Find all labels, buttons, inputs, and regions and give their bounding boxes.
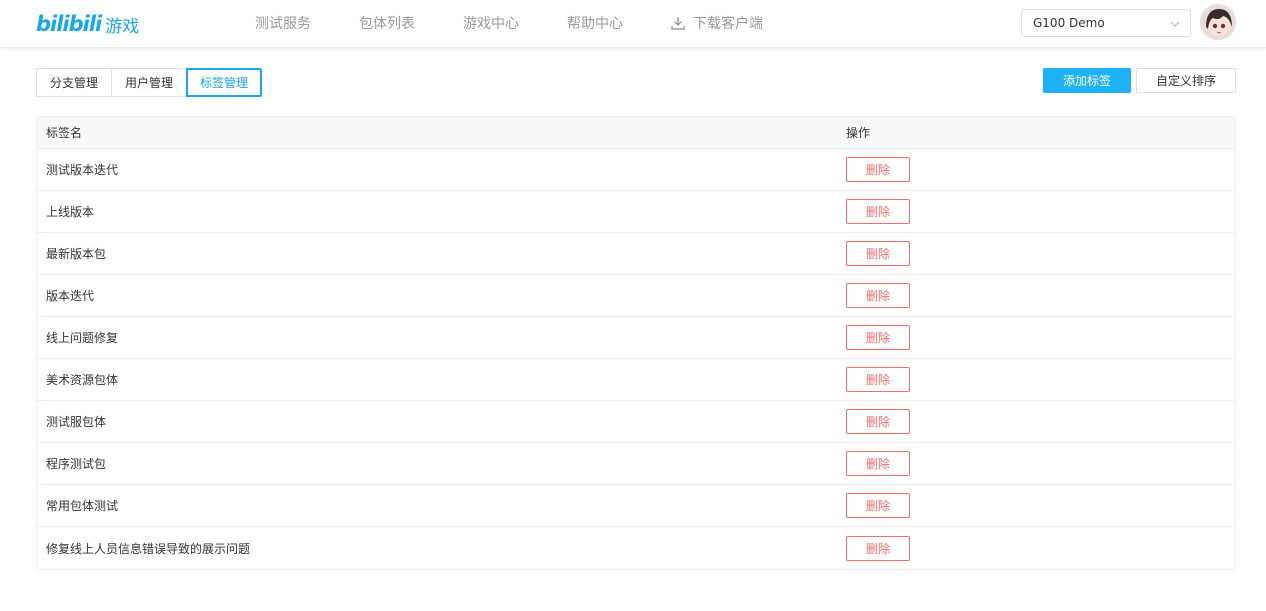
operation-cell: 删除 bbox=[837, 241, 1235, 266]
table-row: 最新版本包 删除 bbox=[37, 233, 1235, 275]
label-name-cell: 线上问题修复 bbox=[46, 331, 119, 345]
main-nav: 测试服务 包体列表 游戏中心 帮助中心 下载客户端 bbox=[255, 0, 811, 46]
label-name-cell: 版本迭代 bbox=[46, 289, 95, 303]
delete-button-text: 删除 bbox=[865, 373, 890, 387]
operation-cell: 删除 bbox=[837, 283, 1235, 308]
user-avatar[interactable] bbox=[1200, 4, 1236, 40]
column-header-op: 操作 bbox=[846, 126, 871, 140]
table-row: 程序测试包 删除 bbox=[37, 443, 1235, 485]
delete-button[interactable]: 删除 bbox=[846, 199, 910, 224]
operation-cell: 删除 bbox=[837, 409, 1235, 434]
chevron-down-icon bbox=[1170, 18, 1180, 32]
table-row: 上线版本 删除 bbox=[37, 191, 1235, 233]
delete-button-text: 删除 bbox=[865, 541, 890, 556]
download-icon bbox=[671, 16, 685, 30]
operation-cell: 删除 bbox=[837, 451, 1235, 476]
tab-label: 标签管理 bbox=[200, 76, 249, 90]
table-row: 测试版本迭代 删除 bbox=[37, 149, 1235, 191]
delete-button-text: 删除 bbox=[865, 499, 890, 513]
operation-cell: 删除 bbox=[837, 199, 1235, 224]
operation-cell: 删除 bbox=[837, 157, 1235, 182]
nav-item-test-service[interactable]: 测试服务 bbox=[255, 13, 311, 33]
delete-button[interactable]: 删除 bbox=[846, 493, 910, 518]
delete-button[interactable]: 删除 bbox=[846, 157, 910, 182]
tab-branch-management[interactable]: 分支管理 bbox=[36, 68, 113, 97]
delete-button[interactable]: 删除 bbox=[846, 409, 910, 434]
nav-item-help-center[interactable]: 帮助中心 bbox=[567, 13, 623, 33]
tab-label: 用户管理 bbox=[125, 76, 174, 90]
label-name-cell: 测试服包体 bbox=[46, 415, 107, 429]
nav-item-label: 测试服务 bbox=[255, 16, 311, 32]
label-name-cell: 程序测试包 bbox=[46, 457, 107, 471]
delete-button-text: 删除 bbox=[865, 163, 890, 177]
labels-table: 标签名 操作 测试版本迭代 删除 上线版本 删除 最新版本包 删除 版本迭代 删除 线上问题修复… bbox=[36, 116, 1236, 570]
nav-item-label: 游戏中心 bbox=[463, 16, 519, 32]
label-name-cell: 常用包体测试 bbox=[46, 499, 119, 513]
project-select-value: G100 Demo bbox=[1033, 16, 1105, 30]
delete-button[interactable]: 删除 bbox=[846, 283, 910, 308]
custom-sort-button-text: 自定义排序 bbox=[1155, 74, 1216, 88]
delete-button[interactable]: 删除 bbox=[846, 535, 910, 561]
delete-button[interactable]: 删除 bbox=[846, 241, 910, 266]
operation-cell: 删除 bbox=[837, 535, 1235, 561]
logo-subtitle: 游戏 bbox=[105, 16, 140, 37]
table-row: 版本迭代 删除 bbox=[37, 275, 1235, 317]
column-header-name: 标签名 bbox=[46, 126, 83, 140]
table-row: 美术资源包体 删除 bbox=[37, 359, 1235, 401]
delete-button-text: 删除 bbox=[865, 205, 890, 219]
add-label-button[interactable]: 添加标签 bbox=[1043, 68, 1131, 93]
delete-button-text: 删除 bbox=[865, 331, 890, 345]
add-label-button-text: 添加标签 bbox=[1062, 74, 1111, 88]
label-name-cell: 修复线上人员信息错误导致的展示问题 bbox=[46, 541, 251, 556]
nav-item-label: 下载客户端 bbox=[693, 16, 763, 32]
label-name-cell: 最新版本包 bbox=[46, 247, 107, 261]
nav-item-package-list[interactable]: 包体列表 bbox=[359, 13, 415, 33]
operation-cell: 删除 bbox=[837, 367, 1235, 392]
label-name-cell: 上线版本 bbox=[46, 205, 95, 219]
label-name-cell: 测试版本迭代 bbox=[46, 163, 119, 177]
logo-mark: bilibili bbox=[36, 12, 102, 36]
delete-button-text: 删除 bbox=[865, 457, 890, 471]
table-row: 测试服包体 删除 bbox=[37, 401, 1235, 443]
nav-item-download-client[interactable]: 下载客户端 bbox=[671, 13, 763, 33]
brand-logo[interactable]: bilibili 游戏 bbox=[36, 10, 139, 38]
project-select[interactable]: G100 Demo bbox=[1021, 9, 1191, 37]
nav-item-label: 帮助中心 bbox=[567, 16, 623, 32]
operation-cell: 删除 bbox=[837, 493, 1235, 518]
tab-label: 分支管理 bbox=[50, 76, 99, 90]
delete-button[interactable]: 删除 bbox=[846, 451, 910, 476]
table-header: 标签名 操作 bbox=[37, 117, 1235, 149]
operation-cell: 删除 bbox=[837, 325, 1235, 350]
table-row: 线上问题修复 删除 bbox=[37, 317, 1235, 359]
delete-button-text: 删除 bbox=[865, 415, 890, 429]
custom-sort-button[interactable]: 自定义排序 bbox=[1136, 68, 1236, 93]
delete-button-text: 删除 bbox=[865, 247, 890, 261]
delete-button[interactable]: 删除 bbox=[846, 367, 910, 392]
top-header: bilibili 游戏 测试服务 包体列表 游戏中心 帮助中心 下载客户端 G1… bbox=[0, 0, 1266, 48]
delete-button[interactable]: 删除 bbox=[846, 325, 910, 350]
delete-button-text: 删除 bbox=[865, 289, 890, 303]
management-tabs: 分支管理 用户管理 标签管理 bbox=[36, 68, 263, 97]
table-row: 修复线上人员信息错误导致的展示问题 删除 bbox=[37, 527, 1235, 569]
table-body: 测试版本迭代 删除 上线版本 删除 最新版本包 删除 版本迭代 删除 线上问题修复 删除 美术资源包… bbox=[37, 149, 1235, 569]
tab-label-management[interactable]: 标签管理 bbox=[186, 68, 263, 97]
nav-item-label: 包体列表 bbox=[359, 16, 415, 32]
tab-user-management[interactable]: 用户管理 bbox=[111, 68, 188, 97]
nav-item-game-center[interactable]: 游戏中心 bbox=[463, 13, 519, 33]
table-row: 常用包体测试 删除 bbox=[37, 485, 1235, 527]
label-name-cell: 美术资源包体 bbox=[46, 373, 119, 387]
